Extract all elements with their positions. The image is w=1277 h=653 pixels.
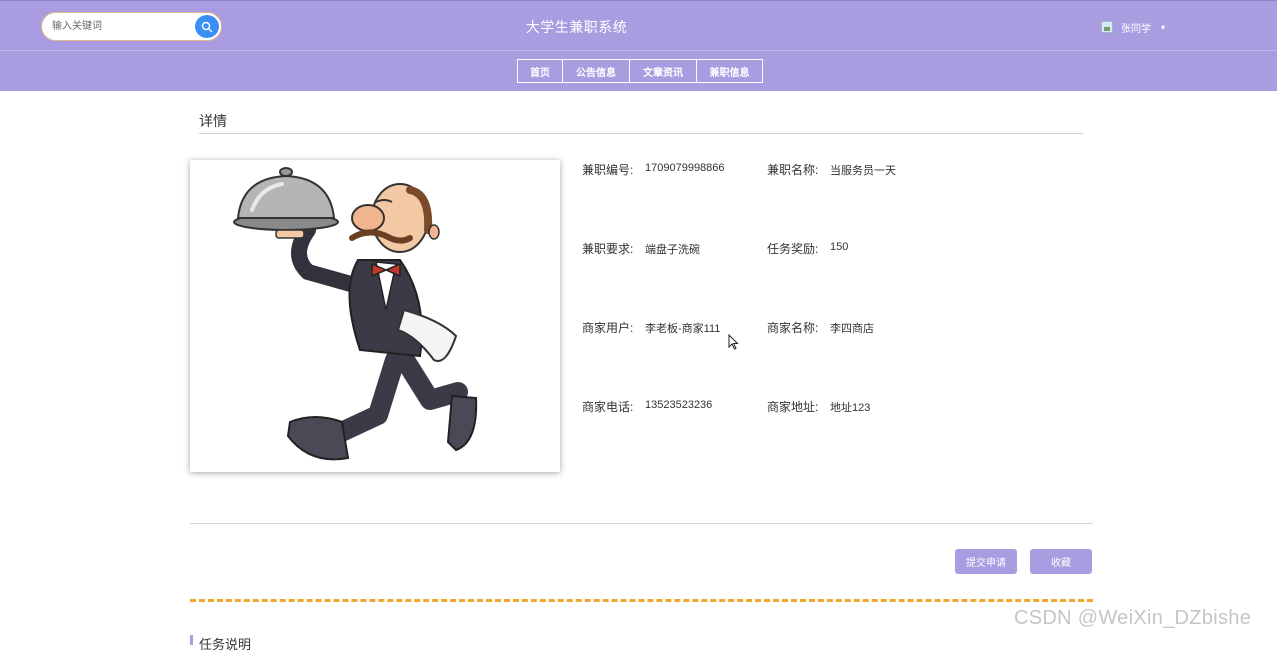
description-title: 任务说明 [199, 637, 252, 652]
merchant-name-value: 李四商店 [830, 323, 874, 335]
requirement-value: 端盘子洗碗 [645, 244, 700, 256]
merchant-user-label: 商家用户: [582, 321, 634, 335]
site-title: 大学生兼职系统 [525, 19, 628, 35]
nav-bar: 首页 公告信息 文章资讯 兼职信息 [0, 50, 1277, 91]
top-bar: 大学生兼职系统 张同学 ▾ [0, 0, 1277, 50]
job-name-label: 兼职名称: [767, 163, 819, 177]
section-title: 详情 [199, 113, 227, 129]
merchant-user-value: 李老板-商家111 [645, 323, 721, 335]
chevron-down-icon: ▾ [1161, 22, 1166, 32]
merchant-phone-value: 13523523236 [645, 399, 713, 411]
content-divider [190, 523, 1093, 524]
username: 张同学 [1121, 23, 1151, 35]
merchant-address-label: 商家地址: [767, 400, 819, 414]
merchant-name-label: 商家名称: [767, 321, 819, 335]
nav-item-jobs[interactable]: 兼职信息 [696, 59, 763, 83]
requirement-label: 兼职要求: [582, 242, 634, 256]
merchant-phone-label: 商家电话: [582, 400, 634, 414]
description-accent-bar [190, 635, 193, 645]
job-no-label: 兼职编号: [582, 163, 634, 177]
section-divider [199, 133, 1083, 134]
reward-label: 任务奖励: [767, 242, 819, 256]
reward-value: 150 [830, 241, 849, 253]
avatar [1101, 21, 1113, 33]
job-no-value: 1709079998866 [645, 162, 725, 174]
user-menu[interactable]: 张同学 ▾ [1101, 19, 1165, 35]
job-image [190, 160, 560, 472]
nav-item-home[interactable]: 首页 [517, 59, 563, 83]
apply-button[interactable]: 提交申请 [955, 549, 1017, 574]
job-name-value: 当服务员一天 [830, 165, 896, 177]
mouse-cursor-icon [728, 334, 739, 350]
nav-item-notices[interactable]: 公告信息 [562, 59, 630, 83]
nav-menu: 首页 公告信息 文章资讯 兼职信息 [517, 59, 763, 83]
dashed-divider [190, 599, 1093, 602]
merchant-address-value: 地址123 [830, 402, 871, 414]
nav-item-articles[interactable]: 文章资讯 [629, 59, 697, 83]
favorite-button[interactable]: 收藏 [1030, 549, 1092, 574]
watermark: CSDN @WeiXin_DZbishe [1014, 607, 1252, 629]
